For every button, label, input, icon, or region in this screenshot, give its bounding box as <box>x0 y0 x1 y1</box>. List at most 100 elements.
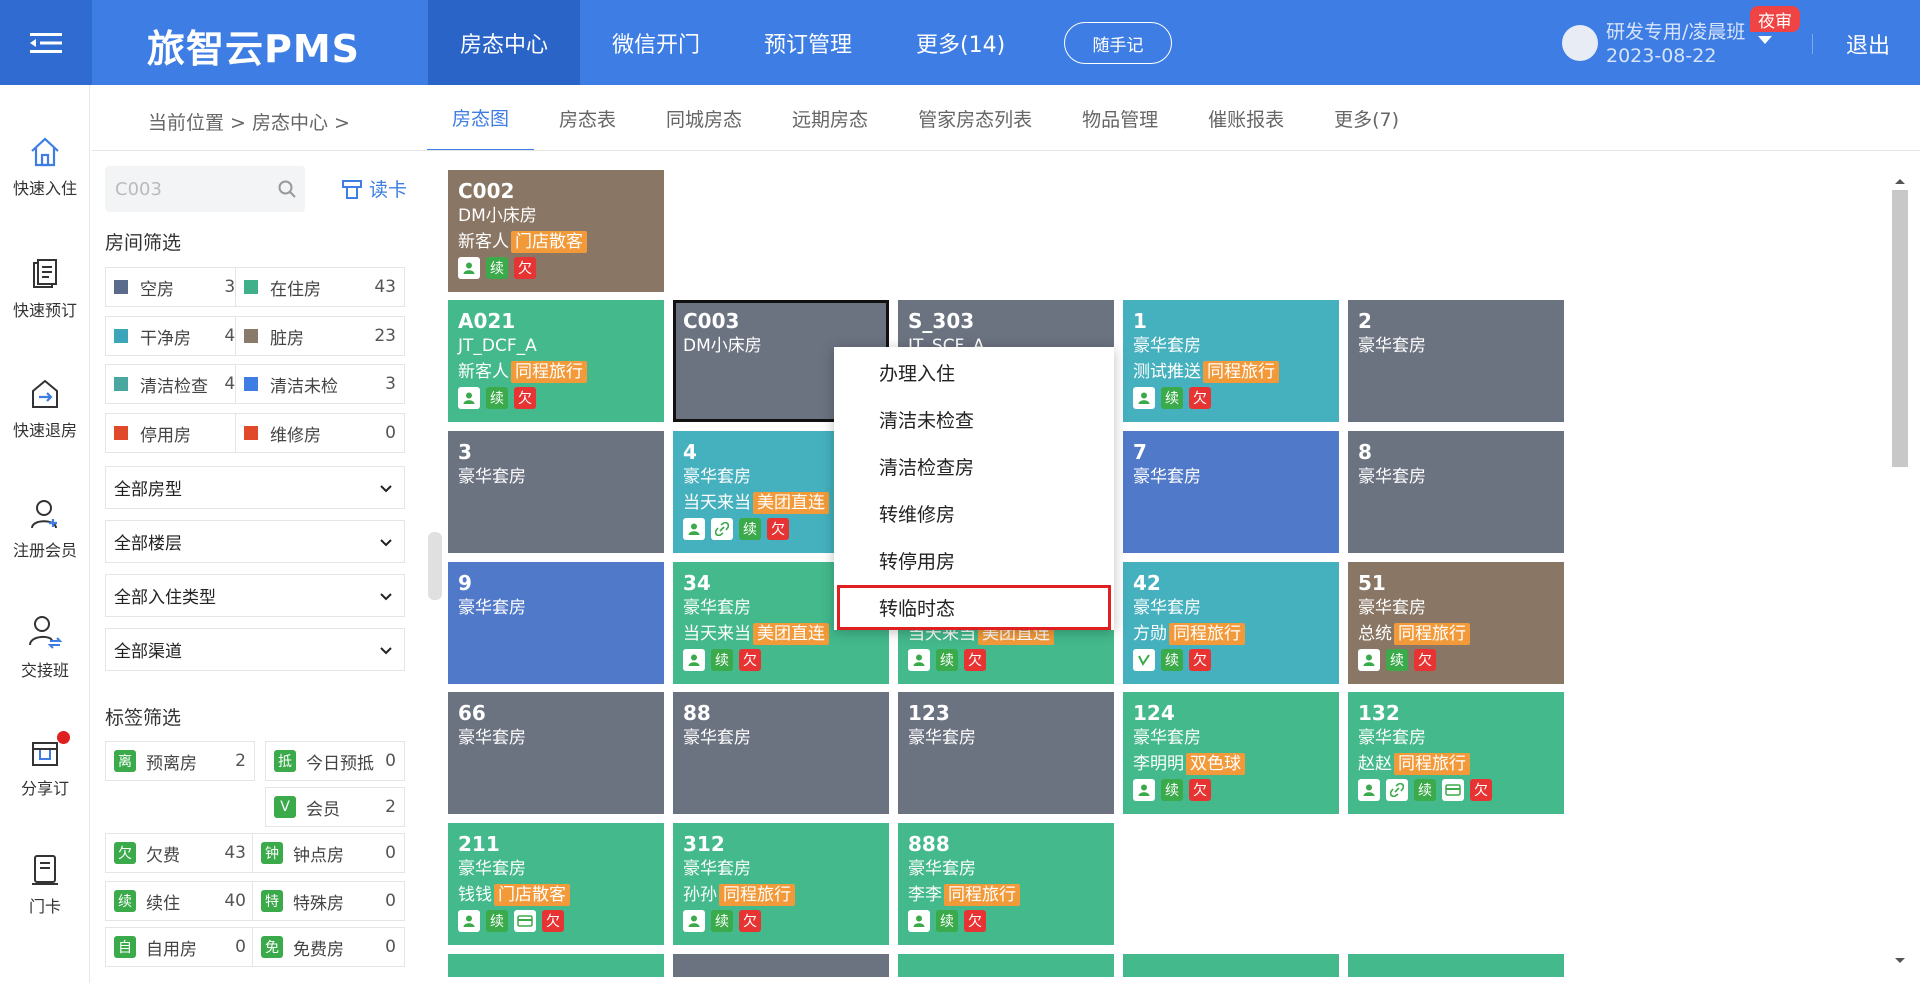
debt-tag: 欠 <box>1470 779 1492 801</box>
scroll-up-icon[interactable] <box>1890 175 1910 187</box>
room-type: 豪华套房 <box>1133 336 1201 356</box>
status-filter-3[interactable]: 脏房 23 <box>235 316 405 356</box>
memo-button[interactable]: 随手记 <box>1064 22 1172 64</box>
tab-items[interactable]: 物品管理 <box>1057 86 1183 151</box>
read-card-button[interactable]: 读卡 <box>341 175 407 202</box>
sidebar-item-quick-checkin[interactable]: 快速入住 <box>0 135 90 199</box>
tag-filter-1[interactable]: 抵今日预抵 0 <box>265 741 405 781</box>
room-card[interactable] <box>1123 954 1339 977</box>
tag-badge: 欠 <box>114 842 136 864</box>
sidebar-item-register-member[interactable]: 注册会员 <box>0 497 90 561</box>
sidebar-item-door-card[interactable]: 门卡 <box>0 853 90 917</box>
tag-filter-7[interactable]: 自自用房 0 <box>105 927 255 967</box>
renew-tag: 续 <box>486 387 508 409</box>
search-input[interactable]: C003 <box>105 166 305 212</box>
renew-tag: 续 <box>936 649 958 671</box>
room-card[interactable]: 7 豪华套房 <box>1123 431 1339 553</box>
sidebar-item-quick-checkout[interactable]: 快速退房 <box>0 377 90 441</box>
tab-dunning-report[interactable]: 催账报表 <box>1183 86 1309 151</box>
room-card[interactable]: 2 豪华套房 <box>1348 300 1564 422</box>
tag-filter-8[interactable]: 免免费房 0 <box>252 927 405 967</box>
scroll-thumb[interactable] <box>1892 190 1908 467</box>
room-card[interactable]: 3 豪华套房 <box>448 431 664 553</box>
logout-button[interactable]: 退出 <box>1846 28 1890 60</box>
person-icon <box>908 649 930 671</box>
tab-more[interactable]: 更多(7) <box>1309 86 1424 151</box>
status-count: 23 <box>374 326 396 346</box>
room-card[interactable] <box>673 954 889 977</box>
search-icon[interactable] <box>277 179 297 199</box>
room-card[interactable]: 1 豪华套房 测试推送 同程旅行续欠 <box>1123 300 1339 422</box>
status-filter-5[interactable]: 清洁未检 3 <box>235 364 405 404</box>
nav-more[interactable]: 更多(14) <box>884 0 1037 85</box>
sidebar-item-shift-handover[interactable]: 交接班 <box>0 613 90 681</box>
room-card[interactable]: 124 豪华套房 李明明 双色球续欠 <box>1123 692 1339 814</box>
night-audit-badge[interactable]: 夜审 <box>1750 6 1800 32</box>
room-card[interactable]: 88 豪华套房 <box>673 692 889 814</box>
person-icon <box>908 910 930 932</box>
guest-name: 测试推送 <box>1133 362 1201 382</box>
sidebar-item-share-order[interactable]: 分享订 <box>0 731 90 799</box>
room-number: 66 <box>458 701 486 725</box>
tag-filter-2[interactable]: V 会员 2 <box>265 787 405 827</box>
room-card[interactable]: 123 豪华套房 <box>898 692 1114 814</box>
menu-item-to-disabled[interactable]: 转停用房 <box>879 547 955 574</box>
room-card[interactable] <box>448 954 664 977</box>
checkin-type-select[interactable]: 全部入住类型 <box>105 574 405 617</box>
room-card[interactable] <box>1348 954 1564 977</box>
tab-room-map[interactable]: 房态图 <box>427 86 535 151</box>
status-filter-6[interactable]: 停用房0 <box>105 413 255 453</box>
status-filter-2[interactable]: 干净房49 <box>105 316 255 356</box>
nav-reservation[interactable]: 预订管理 <box>732 0 884 85</box>
menu-item-clean-unchecked[interactable]: 清洁未检查 <box>879 406 974 433</box>
tab-room-table[interactable]: 房态表 <box>534 86 641 151</box>
room-card[interactable]: A021 JT_DCF_A 新客人 同程旅行续欠 <box>448 300 664 422</box>
tab-future-rooms[interactable]: 远期房态 <box>767 86 893 151</box>
room-card[interactable]: 888 豪华套房 李李 同程旅行续欠 <box>898 823 1114 945</box>
room-number: C003 <box>683 309 740 333</box>
tag-label: 特殊房 <box>293 893 344 914</box>
room-card[interactable]: 312 豪华套房 孙孙 同程旅行续欠 <box>673 823 889 945</box>
nav-wechat-door[interactable]: 微信开门 <box>580 0 732 85</box>
scroll-down-icon[interactable] <box>1890 955 1910 967</box>
renew-tag: 续 <box>1161 779 1183 801</box>
status-filter-7[interactable]: 维修房 0 <box>235 413 405 453</box>
sidebar-item-label: 门卡 <box>28 897 61 916</box>
tag-badge: 特 <box>261 890 283 912</box>
avatar[interactable] <box>1562 25 1598 61</box>
tag-filter-5[interactable]: 续续住 40 <box>105 881 255 921</box>
tag-filter-4[interactable]: 钟钟点房 0 <box>252 833 405 873</box>
nav-room-center[interactable]: 房态中心 <box>428 0 581 85</box>
menu-item-clean-checked[interactable]: 清洁检查房 <box>879 453 974 480</box>
tab-city-rooms[interactable]: 同城房态 <box>641 86 767 151</box>
floor-select[interactable]: 全部楼层 <box>105 520 405 563</box>
room-number: 42 <box>1133 571 1161 595</box>
menu-toggle-button[interactable] <box>0 0 92 85</box>
tag-filter-0[interactable]: 离预离房 2 <box>105 741 255 781</box>
room-card[interactable]: 211 豪华套房 钱钱 门店散客续欠 <box>448 823 664 945</box>
room-card[interactable]: 51 豪华套房 总统 同程旅行续欠 <box>1348 562 1564 684</box>
chevron-down-icon[interactable] <box>1758 36 1772 44</box>
room-card[interactable]: 9 豪华套房 <box>448 562 664 684</box>
room-card[interactable]: C002 DM小床房 新客人 门店散客续欠 <box>448 170 664 292</box>
tag-filter-6[interactable]: 特特殊房 0 <box>252 881 405 921</box>
menu-item-to-repair[interactable]: 转维修房 <box>879 500 955 527</box>
status-filter-4[interactable]: 清洁检查49 <box>105 364 255 404</box>
channel-badge: 同程旅行 <box>1169 623 1245 645</box>
room-card[interactable]: 66 豪华套房 <box>448 692 664 814</box>
room-card[interactable]: 8 豪华套房 <box>1348 431 1564 553</box>
menu-item-checkin[interactable]: 办理入住 <box>879 359 955 386</box>
sidebar-item-quick-booking[interactable]: 快速预订 <box>0 257 90 321</box>
room-type-select[interactable]: 全部房型 <box>105 466 405 509</box>
channel-select[interactable]: 全部渠道 <box>105 628 405 671</box>
status-filter-0[interactable]: 空房32 <box>105 267 255 307</box>
room-card[interactable]: 132 豪华套房 赵赵 同程旅行续欠 <box>1348 692 1564 814</box>
status-label: 清洁检查 <box>140 376 208 397</box>
room-card[interactable] <box>898 954 1114 977</box>
tag-filter-3[interactable]: 欠欠费 43 <box>105 833 255 873</box>
status-filter-1[interactable]: 在住房 43 <box>235 267 405 307</box>
renew-tag: 续 <box>1161 649 1183 671</box>
tab-housekeeper-list[interactable]: 管家房态列表 <box>893 86 1057 151</box>
room-card[interactable]: 42 豪华套房 方勋 同程旅行续欠 <box>1123 562 1339 684</box>
user-info[interactable]: 研发专用/凌晨班 2023-08-22 <box>1606 20 1745 68</box>
